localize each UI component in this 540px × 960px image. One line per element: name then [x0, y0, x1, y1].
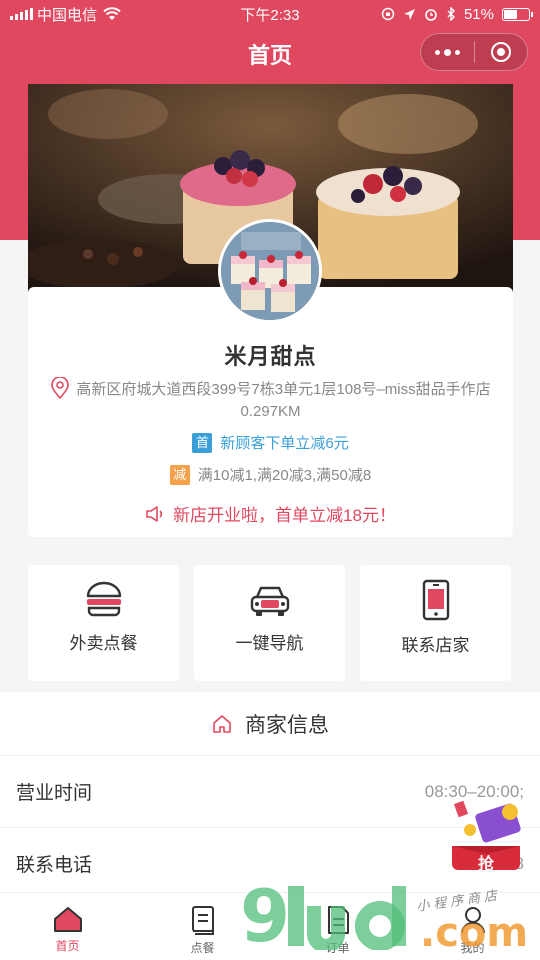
tab-mine[interactable]: 我的	[405, 893, 540, 960]
navigate-label: 一键导航	[235, 634, 304, 653]
tab-order-food-label: 点餐	[190, 941, 215, 955]
more-button[interactable]	[421, 48, 474, 56]
grab-coupon-badge[interactable]: 抢	[440, 790, 532, 880]
tab-orders[interactable]: 订单	[270, 893, 405, 960]
shop-address[interactable]: 高新区府城大道西段399号7栋3单元1层108号–miss甜品手作店	[40, 377, 501, 399]
takeout-order-button[interactable]: 外卖点餐	[28, 565, 179, 681]
tab-orders-label: 订单	[325, 941, 350, 955]
shop-card: 米月甜点 高新区府城大道西段399号7栋3单元1层108号–miss甜品手作店 …	[28, 219, 513, 537]
order-icon	[327, 906, 349, 934]
shop-address-text: 高新区府城大道西段399号7栋3单元1层108号–miss甜品手作店	[76, 380, 491, 398]
merchant-info-title: 商家信息	[245, 713, 329, 737]
tab-mine-label: 我的	[460, 941, 485, 955]
tab-order-food[interactable]: 点餐	[135, 893, 270, 960]
menu-book-icon	[191, 906, 214, 935]
user-icon	[460, 907, 485, 934]
shop-notice-text: 新店开业啦，首单立减18元！	[173, 506, 396, 525]
burger-icon	[86, 581, 121, 617]
tab-home-label: 首页	[55, 939, 80, 953]
shop-distance: 0.297KM	[240, 403, 301, 420]
promo-discount-text: 满10减1,满20减3,满50减8	[197, 467, 372, 484]
status-bar: 中国电信 下午2:33 51%	[0, 0, 540, 28]
tab-home[interactable]: 首页	[0, 893, 135, 960]
home-icon	[53, 907, 82, 932]
promo-new-text: 新顾客下单立减6元	[220, 435, 349, 452]
miniprogram-capsule	[420, 33, 528, 71]
promo-new-tag: 首	[192, 432, 213, 453]
status-time: 下午2:33	[240, 6, 300, 24]
grab-badge-label: 抢	[478, 856, 495, 873]
shop-notice: 新店开业啦，首单立减18元！	[28, 501, 513, 526]
battery-icon	[502, 7, 533, 21]
tab-bar: 首页 点餐 订单 我的	[0, 892, 540, 960]
business-hours-label: 营业时间	[16, 783, 93, 804]
promo-discount: 减 满10减1,满20减3,满50减8	[28, 464, 513, 485]
nav-bar: 首页	[0, 28, 540, 78]
promo-discount-tag: 减	[169, 464, 190, 485]
close-miniprogram-button[interactable]	[475, 42, 528, 62]
shop-name: 米月甜点	[224, 344, 317, 369]
contact-phone-label: 联系电话	[16, 855, 93, 876]
location-pin-icon	[51, 377, 70, 399]
merchant-info-header: 商家信息	[0, 692, 540, 756]
contact-shop-label: 联系店家	[401, 636, 470, 655]
navigate-button[interactable]: 一键导航	[194, 565, 345, 681]
speaker-icon	[146, 505, 163, 522]
home-outline-icon	[213, 714, 231, 733]
contact-shop-button[interactable]: 联系店家	[360, 565, 511, 681]
promo-new-customer: 首 新顾客下单立减6元	[28, 432, 513, 453]
more-dots-icon	[434, 48, 460, 56]
target-icon	[490, 42, 511, 62]
car-icon	[250, 586, 289, 616]
shop-avatar	[218, 219, 322, 323]
takeout-order-label: 外卖点餐	[69, 634, 138, 653]
phone-icon	[422, 579, 449, 621]
